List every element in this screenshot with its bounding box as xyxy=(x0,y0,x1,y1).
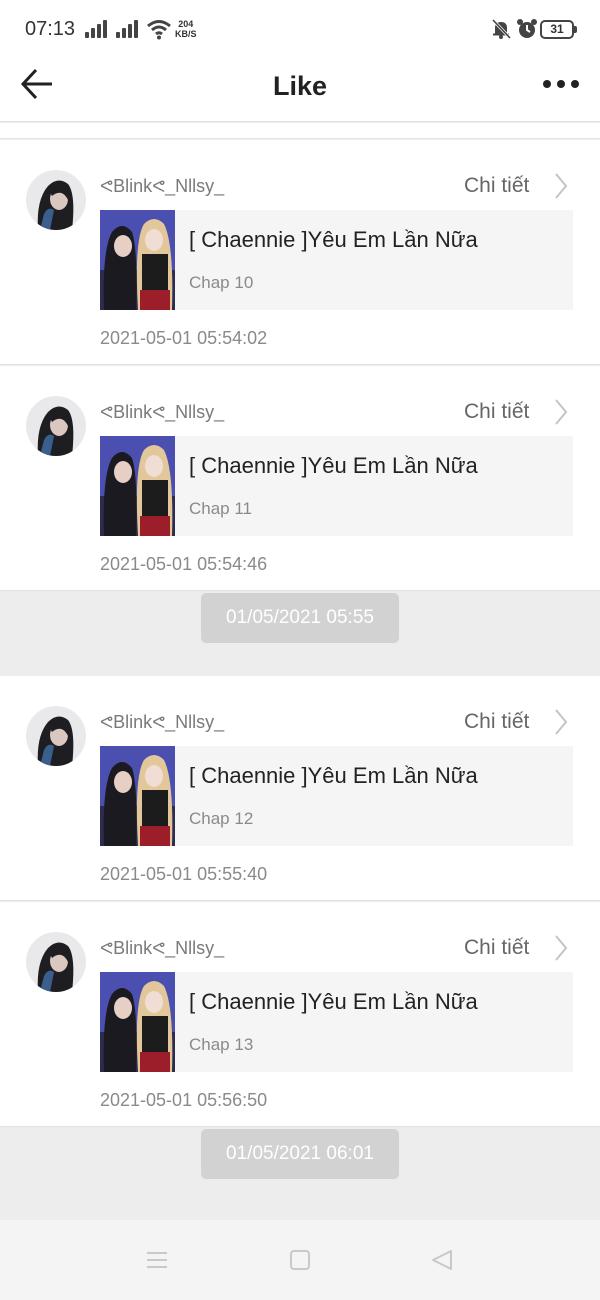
avatar[interactable] xyxy=(26,170,86,230)
timestamp: 2021-05-01 05:54:46 xyxy=(100,554,268,574)
top-app-bar: Like xyxy=(0,60,600,122)
signal-icon xyxy=(116,20,142,38)
username[interactable]: ᕙBlinkᕙ_Nllsy_ xyxy=(100,938,224,959)
chapter-label: Chap 12 xyxy=(189,809,254,828)
chapter-label: Chap 10 xyxy=(189,273,254,292)
timestamp: 2021-05-01 05:55:40 xyxy=(100,864,268,884)
detail-label: Chi tiết xyxy=(464,710,530,733)
story-cover-image xyxy=(100,436,175,536)
detail-link[interactable]: Chi tiết xyxy=(464,708,574,738)
date-separator: 01/05/2021 06:01 xyxy=(201,1129,399,1179)
alarm-icon xyxy=(517,19,537,38)
system-navigation-bar xyxy=(0,1220,600,1300)
avatar-image xyxy=(26,396,86,456)
like-item: ᕙBlinkᕙ_Nllsy_ Chi tiết [ Chaennie ]Yêu … xyxy=(0,140,600,365)
avatar-image xyxy=(26,932,86,992)
story-title: [ Chaennie ]Yêu Em Lần Nữa xyxy=(189,453,478,478)
detail-link[interactable]: Chi tiết xyxy=(464,934,574,964)
username[interactable]: ᕙBlinkᕙ_Nllsy_ xyxy=(100,176,224,197)
chapter-label: Chap 13 xyxy=(189,1035,254,1054)
detail-label: Chi tiết xyxy=(464,400,530,423)
chevron-right-icon xyxy=(555,399,568,425)
detail-label: Chi tiết xyxy=(464,936,530,959)
story-title: [ Chaennie ]Yêu Em Lần Nữa xyxy=(189,989,478,1014)
like-item: ᕙBlinkᕙ_Nllsy_ Chi tiết [ Chaennie ]Yêu … xyxy=(0,676,600,901)
chapter-link[interactable]: [ Chaennie ]Yêu Em Lần Nữa Chap 10 xyxy=(100,210,573,310)
story-title: [ Chaennie ]Yêu Em Lần Nữa xyxy=(189,227,478,252)
status-time: 07:13 xyxy=(25,18,76,40)
battery-indicator: 31 xyxy=(540,20,577,39)
username[interactable]: ᕙBlinkᕙ_Nllsy_ xyxy=(100,712,224,733)
network-speed: 204 KB/S xyxy=(175,19,197,39)
detail-label: Chi tiết xyxy=(464,174,530,197)
story-cover-image xyxy=(100,972,175,1072)
avatar[interactable] xyxy=(26,706,86,766)
avatar[interactable] xyxy=(26,932,86,992)
avatar-image xyxy=(26,170,86,230)
chevron-right-icon xyxy=(555,709,568,735)
chapter-link[interactable]: [ Chaennie ]Yêu Em Lần Nữa Chap 12 xyxy=(100,746,573,846)
home-square-icon[interactable] xyxy=(288,1248,312,1272)
page-title: Like xyxy=(272,71,328,101)
username[interactable]: ᕙBlinkᕙ_Nllsy_ xyxy=(100,402,224,423)
detail-link[interactable]: Chi tiết xyxy=(464,172,574,202)
avatar[interactable] xyxy=(26,396,86,456)
chapter-link[interactable]: [ Chaennie ]Yêu Em Lần Nữa Chap 13 xyxy=(100,972,573,1072)
story-title: [ Chaennie ]Yêu Em Lần Nữa xyxy=(189,763,478,788)
bell-muted-icon xyxy=(491,18,512,40)
chevron-right-icon xyxy=(555,935,568,961)
date-separator: 01/05/2021 05:55 xyxy=(201,593,399,643)
more-dots-icon[interactable] xyxy=(540,68,582,98)
signal-icon xyxy=(85,20,111,38)
menu-icon[interactable] xyxy=(145,1248,169,1272)
story-cover-image xyxy=(100,210,175,310)
chapter-link[interactable]: [ Chaennie ]Yêu Em Lần Nữa Chap 11 xyxy=(100,436,573,536)
chevron-right-icon xyxy=(555,173,568,199)
story-cover-image xyxy=(100,746,175,846)
back-triangle-icon[interactable] xyxy=(430,1248,454,1272)
chapter-label: Chap 11 xyxy=(189,499,253,518)
like-item: ᕙBlinkᕙ_Nllsy_ Chi tiết [ Chaennie ]Yêu … xyxy=(0,902,600,1127)
like-item: ᕙBlinkᕙ_Nllsy_ Chi tiết [ Chaennie ]Yêu … xyxy=(0,366,600,591)
timestamp: 2021-05-01 05:56:50 xyxy=(100,1090,268,1110)
detail-link[interactable]: Chi tiết xyxy=(464,398,574,428)
timestamp: 2021-05-01 05:54:02 xyxy=(100,328,268,348)
status-bar: 07:13 204 KB/S 31 xyxy=(0,0,600,60)
network-speed-value: 204 xyxy=(178,19,194,29)
network-speed-unit: KB/S xyxy=(175,29,197,39)
wifi-icon xyxy=(147,20,171,40)
avatar-image xyxy=(26,706,86,766)
list-top-edge xyxy=(0,123,600,139)
